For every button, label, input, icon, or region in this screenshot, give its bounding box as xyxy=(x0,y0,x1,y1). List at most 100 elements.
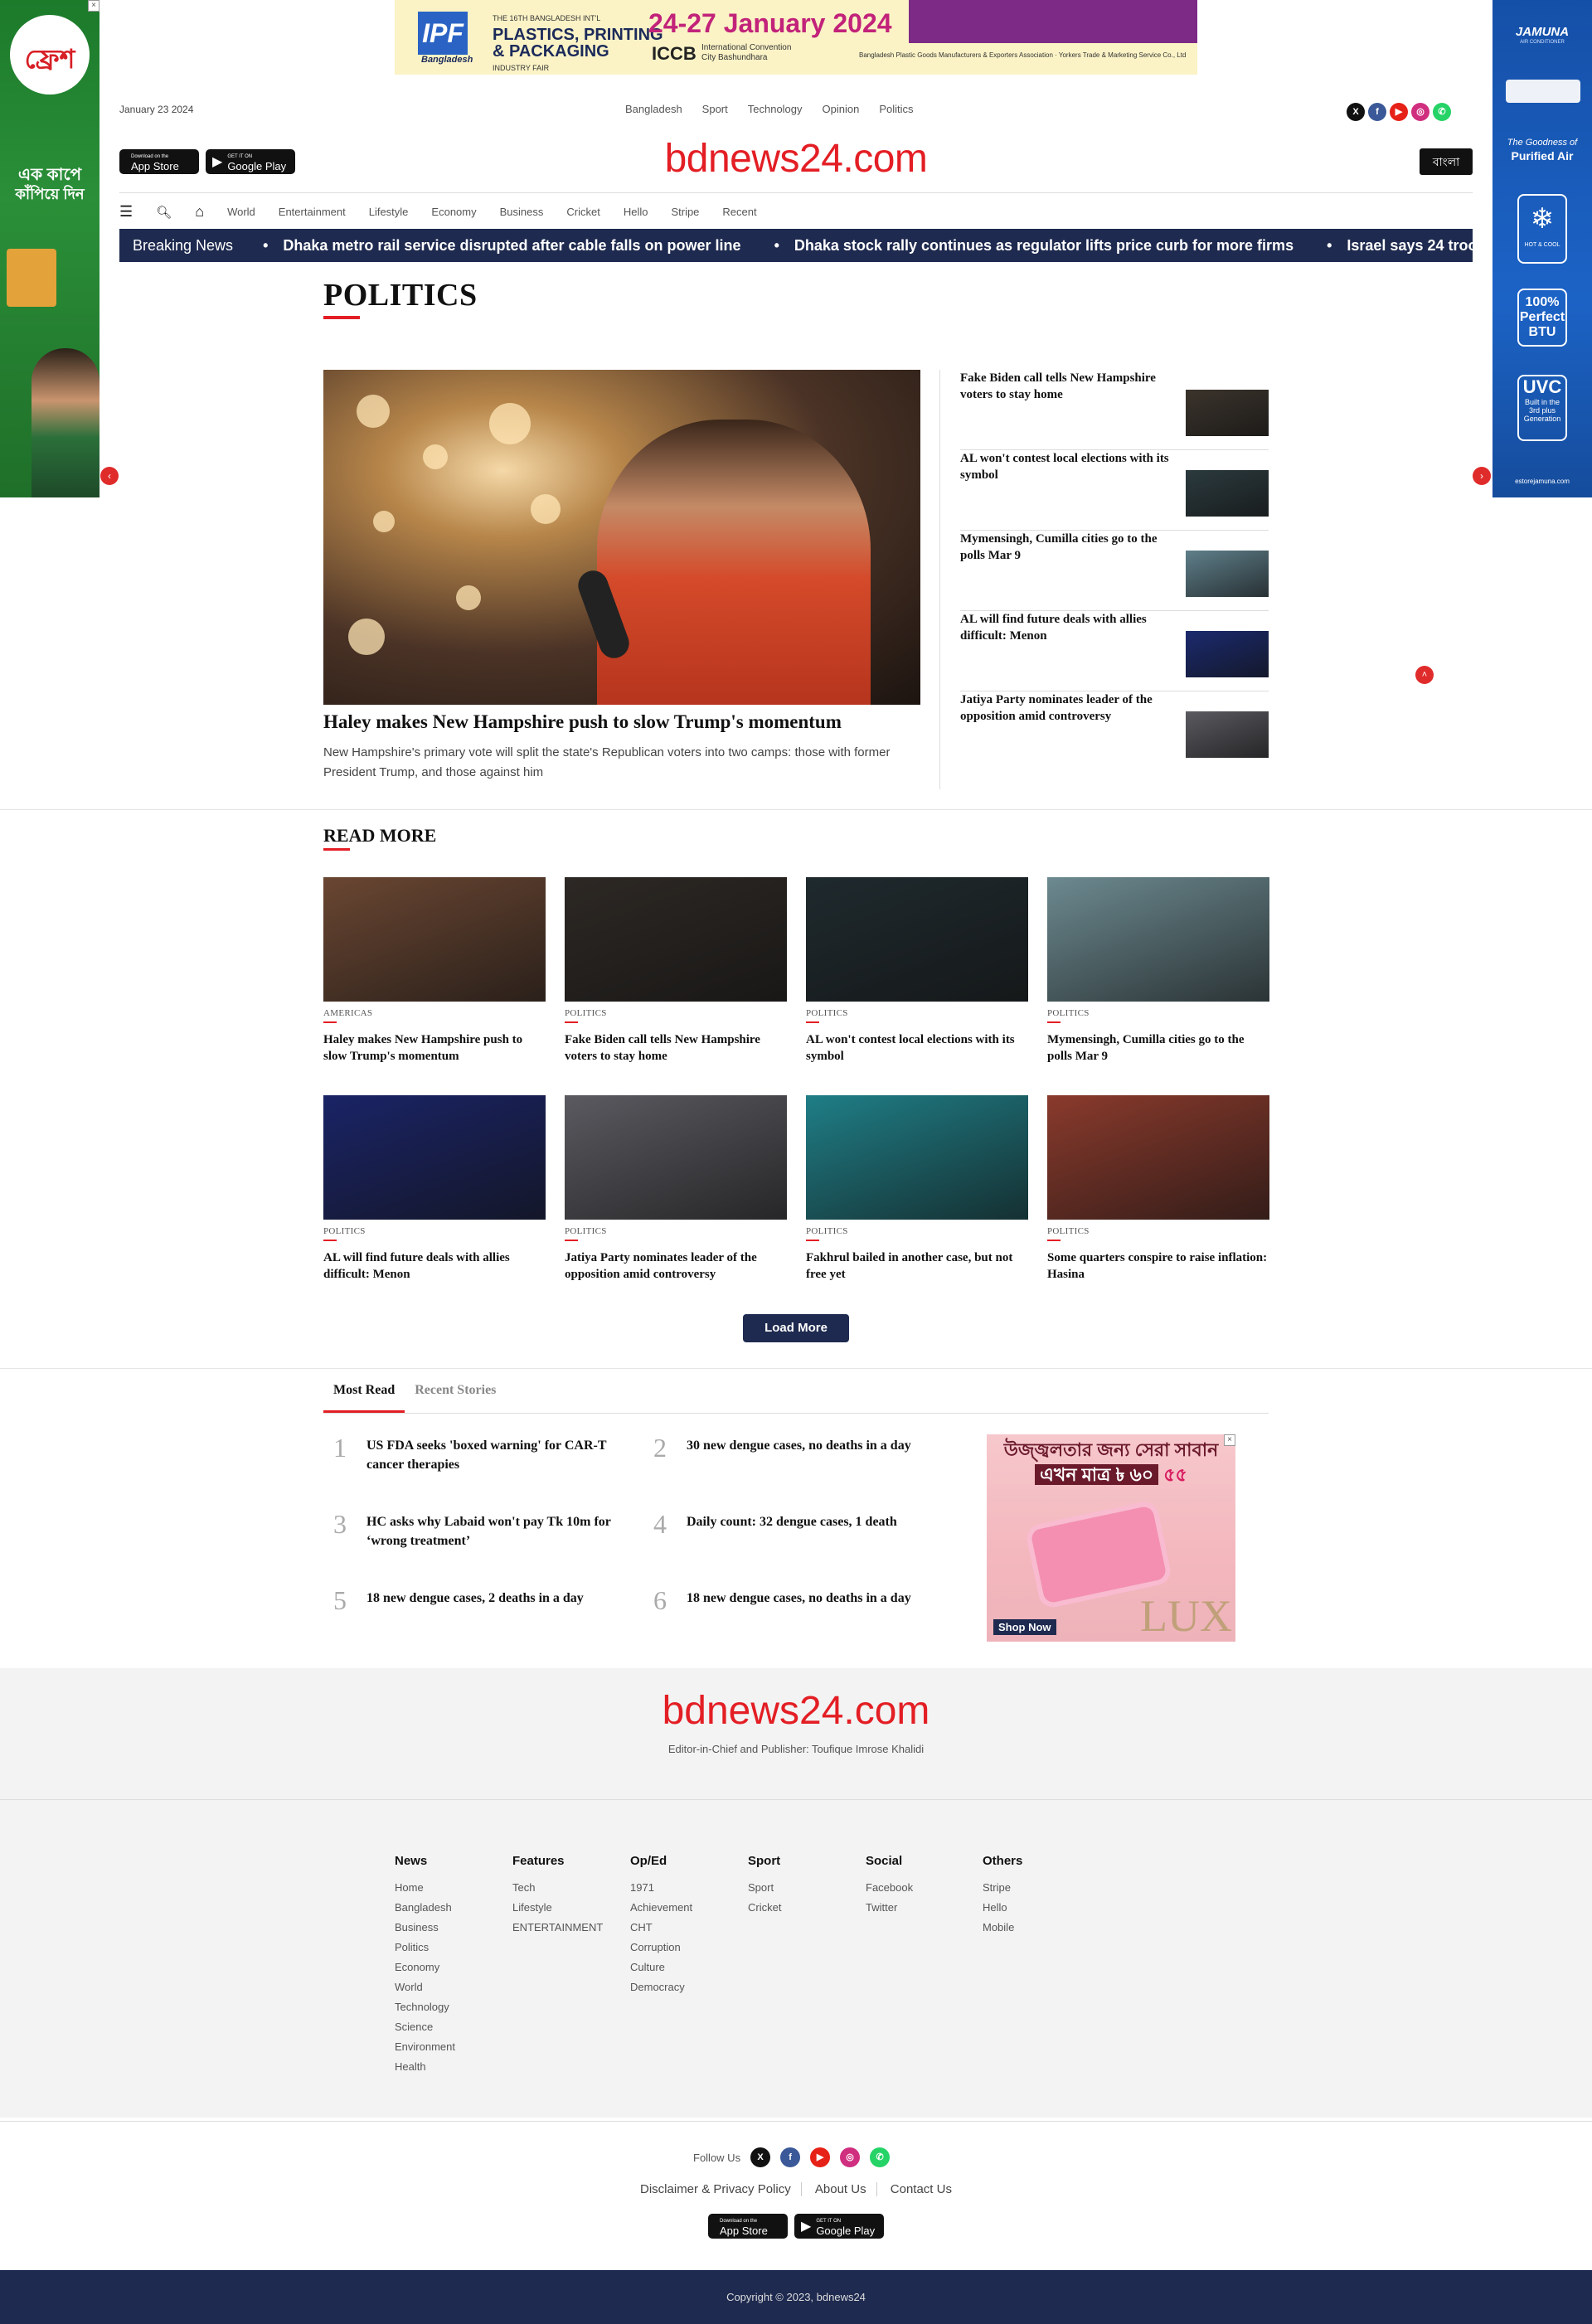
story-card-title[interactable]: Fakhrul bailed in another case, but not … xyxy=(806,1249,1028,1283)
story-card[interactable]: POLITICS Some quarters conspire to raise… xyxy=(1047,1095,1269,1283)
facebook-icon[interactable]: f xyxy=(780,2147,801,2167)
footer-link[interactable]: Business xyxy=(395,1918,455,1938)
right-ad-collapse-icon[interactable]: › xyxy=(1473,467,1491,485)
top-nav-technology[interactable]: Technology xyxy=(748,103,803,115)
story-card-category[interactable]: POLITICS xyxy=(806,1008,1028,1018)
left-ad-close-icon[interactable]: × xyxy=(88,0,100,12)
x-icon[interactable]: X xyxy=(750,2147,771,2167)
hero-image[interactable] xyxy=(323,370,920,705)
story-card-category[interactable]: POLITICS xyxy=(565,1226,787,1236)
footer-link[interactable]: Economy xyxy=(395,1958,455,1977)
app-store-button[interactable]: Download on the App Store xyxy=(708,2214,788,2239)
footer-link[interactable]: Home xyxy=(395,1878,455,1898)
footer-link[interactable]: 1971 xyxy=(630,1878,692,1898)
footer-link[interactable]: Environment xyxy=(395,2037,455,2057)
scroll-top-icon[interactable]: ˄ xyxy=(1415,666,1434,684)
story-card-category[interactable]: AMERICAS xyxy=(323,1008,546,1018)
side-story-thumb[interactable] xyxy=(1186,711,1269,758)
top-nav-opinion[interactable]: Opinion xyxy=(823,103,860,115)
footer-link[interactable]: Lifestyle xyxy=(512,1898,603,1918)
top-nav-politics[interactable]: Politics xyxy=(879,103,913,115)
story-card[interactable]: POLITICS AL will find future deals with … xyxy=(323,1095,546,1283)
side-story-thumb[interactable] xyxy=(1186,470,1269,517)
most-read-title[interactable]: 18 new dengue cases, 2 deaths in a day xyxy=(366,1589,615,1608)
footer-link[interactable]: Technology xyxy=(395,1997,455,2017)
story-card-title[interactable]: AL will find future deals with allies di… xyxy=(323,1249,546,1283)
story-card-title[interactable]: Jatiya Party nominates leader of the opp… xyxy=(565,1249,787,1283)
load-more-button[interactable]: Load More xyxy=(743,1314,849,1342)
youtube-icon[interactable]: ▶ xyxy=(810,2147,831,2167)
shop-now-button[interactable]: Shop Now xyxy=(993,1619,1056,1635)
story-card[interactable]: POLITICS AL won't contest local election… xyxy=(806,877,1028,1065)
x-icon[interactable]: X xyxy=(1347,103,1365,121)
breaking-news-item[interactable]: Dhaka metro rail service disrupted after… xyxy=(246,237,758,255)
side-story-thumb[interactable] xyxy=(1186,551,1269,597)
side-story-title[interactable]: Mymensingh, Cumilla cities go to the pol… xyxy=(960,531,1176,564)
footer-link[interactable]: Bangladesh xyxy=(395,1898,455,1918)
left-side-ad[interactable]: ফ্রেশ এক কাপে কাঁপিয়ে দিন × xyxy=(0,0,100,497)
side-story-title[interactable]: Jatiya Party nominates leader of the opp… xyxy=(960,691,1176,725)
footer-link[interactable]: Health xyxy=(395,2057,455,2077)
side-story-thumb[interactable] xyxy=(1186,631,1269,677)
most-read-item[interactable]: 5 18 new dengue cases, 2 deaths in a day xyxy=(323,1585,614,1635)
privacy-policy-link[interactable]: Disclaimer & Privacy Policy xyxy=(630,2182,802,2196)
list-item[interactable]: AL won't contest local elections with it… xyxy=(960,450,1269,531)
lux-ad-close-icon[interactable]: × xyxy=(1224,1434,1235,1446)
home-icon[interactable]: ⌂ xyxy=(195,203,204,221)
list-item[interactable]: Jatiya Party nominates leader of the opp… xyxy=(960,691,1269,772)
footer-link[interactable]: Twitter xyxy=(866,1898,913,1918)
tab-recent-stories[interactable]: Recent Stories xyxy=(405,1376,506,1413)
most-read-item[interactable]: 4 Daily count: 32 dengue cases, 1 death xyxy=(643,1509,934,1559)
footer-link[interactable]: Achievement xyxy=(630,1898,692,1918)
right-side-ad[interactable]: JAMUNA AIR CONDITIONER The Goodness of P… xyxy=(1492,0,1592,497)
menu-icon[interactable]: ☰ xyxy=(119,203,133,221)
instagram-icon[interactable]: ◎ xyxy=(840,2147,861,2167)
nav-world[interactable]: World xyxy=(227,206,255,218)
search-icon[interactable]: 🔍︎ xyxy=(156,205,172,220)
story-card[interactable]: POLITICS Mymensingh, Cumilla cities go t… xyxy=(1047,877,1269,1065)
footer-logo[interactable]: bdnews24.com xyxy=(0,1688,1592,1734)
most-read-item[interactable]: 3 HC asks why Labaid won't pay Tk 10m fo… xyxy=(323,1509,614,1559)
whatsapp-icon[interactable]: ✆ xyxy=(870,2147,891,2167)
side-story-title[interactable]: AL will find future deals with allies di… xyxy=(960,611,1176,644)
footer-link[interactable]: Hello xyxy=(983,1898,1022,1918)
nav-lifestyle[interactable]: Lifestyle xyxy=(369,206,409,218)
language-button[interactable]: বাংলা xyxy=(1420,148,1473,175)
top-nav-sport[interactable]: Sport xyxy=(702,103,728,115)
story-card-title[interactable]: Haley makes New Hampshire push to slow T… xyxy=(323,1031,546,1065)
story-card-category[interactable]: POLITICS xyxy=(806,1226,1028,1236)
story-card-title[interactable]: Mymensingh, Cumilla cities go to the pol… xyxy=(1047,1031,1269,1065)
top-nav-bangladesh[interactable]: Bangladesh xyxy=(625,103,682,115)
story-card-category[interactable]: POLITICS xyxy=(1047,1008,1269,1018)
site-logo[interactable]: bdnews24.com xyxy=(0,136,1592,182)
story-card-image[interactable] xyxy=(323,877,546,1002)
story-card-image[interactable] xyxy=(806,1095,1028,1220)
nav-entertainment[interactable]: Entertainment xyxy=(279,206,346,218)
story-card-image[interactable] xyxy=(806,877,1028,1002)
footer-link[interactable]: ENTERTAINMENT xyxy=(512,1918,603,1938)
lux-ad[interactable]: উজ্জ্বলতার জন্য সেরা সাবান এখন মাত্র ৳ ৬… xyxy=(987,1434,1235,1642)
nav-economy[interactable]: Economy xyxy=(431,206,476,218)
list-item[interactable]: AL will find future deals with allies di… xyxy=(960,611,1269,691)
nav-recent[interactable]: Recent xyxy=(722,206,756,218)
most-read-title[interactable]: HC asks why Labaid won't pay Tk 10m for … xyxy=(366,1512,615,1550)
list-item[interactable]: Fake Biden call tells New Hampshire vote… xyxy=(960,370,1269,450)
hero-title[interactable]: Haley makes New Hampshire push to slow T… xyxy=(323,711,920,733)
nav-cricket[interactable]: Cricket xyxy=(566,206,599,218)
side-story-thumb[interactable] xyxy=(1186,390,1269,436)
most-read-title[interactable]: 18 new dengue cases, no deaths in a day xyxy=(687,1589,935,1608)
nav-stripe[interactable]: Stripe xyxy=(671,206,699,218)
facebook-icon[interactable]: f xyxy=(1368,103,1386,121)
left-ad-collapse-icon[interactable]: ‹ xyxy=(100,467,119,485)
about-us-link[interactable]: About Us xyxy=(804,2182,877,2196)
side-story-title[interactable]: Fake Biden call tells New Hampshire vote… xyxy=(960,370,1176,403)
youtube-icon[interactable]: ▶ xyxy=(1390,103,1408,121)
footer-link[interactable]: Stripe xyxy=(983,1878,1022,1898)
footer-link[interactable]: Cricket xyxy=(748,1898,781,1918)
story-card-image[interactable] xyxy=(565,1095,787,1220)
story-card[interactable]: POLITICS Fakhrul bailed in another case,… xyxy=(806,1095,1028,1283)
tab-most-read[interactable]: Most Read xyxy=(323,1376,405,1413)
story-card-category[interactable]: POLITICS xyxy=(323,1226,546,1236)
footer-link[interactable]: Tech xyxy=(512,1878,603,1898)
footer-link[interactable]: Mobile xyxy=(983,1918,1022,1938)
